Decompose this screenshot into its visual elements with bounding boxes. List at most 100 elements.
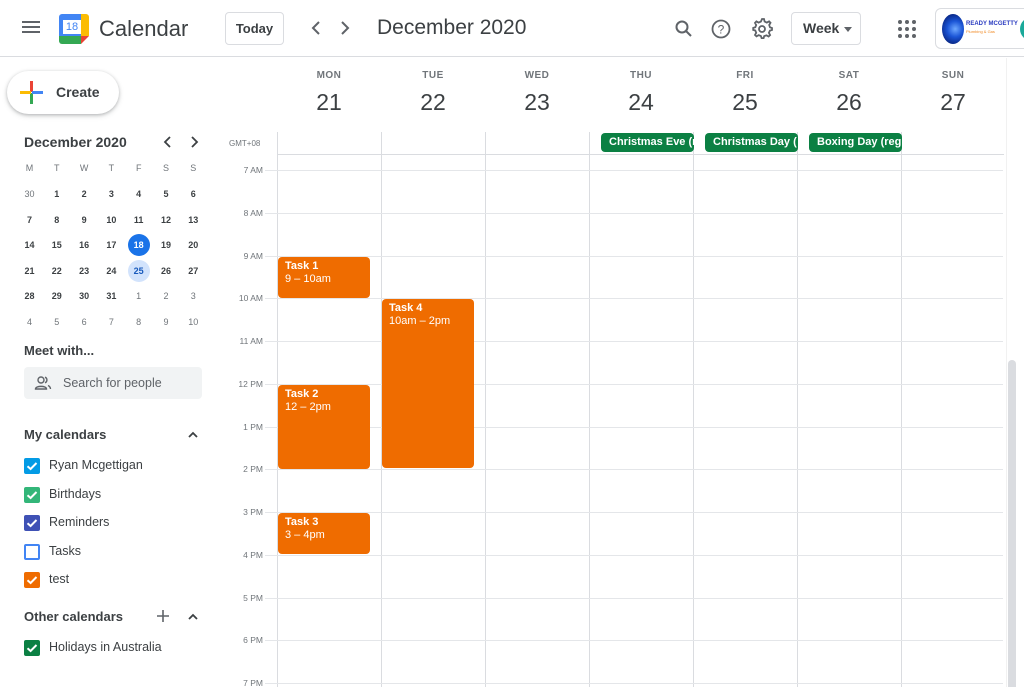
- mini-calendar-next-button[interactable]: [185, 133, 203, 151]
- mini-calendar-day[interactable]: 18: [127, 234, 150, 256]
- mini-calendar-day[interactable]: 28: [19, 285, 41, 307]
- mini-calendar-day[interactable]: 29: [46, 285, 68, 307]
- mini-calendar-day[interactable]: 5: [155, 183, 177, 205]
- chevron-right-icon: [341, 21, 350, 35]
- mini-calendar-day[interactable]: 20: [182, 234, 204, 256]
- mini-calendar-day[interactable]: 2: [155, 285, 177, 307]
- search-people-input[interactable]: Search for people: [24, 367, 202, 399]
- mini-calendar-day[interactable]: 10: [100, 209, 122, 231]
- mini-calendar-prev-button[interactable]: [159, 133, 177, 151]
- logo-part: [81, 14, 89, 36]
- checkmark-icon: [26, 462, 38, 471]
- next-week-button[interactable]: [333, 16, 357, 40]
- mini-calendar-day[interactable]: 22: [46, 260, 68, 282]
- mini-calendar-day[interactable]: 3: [182, 285, 204, 307]
- add-other-calendar-button[interactable]: [155, 608, 171, 624]
- checkbox-checked-icon[interactable]: [24, 640, 40, 656]
- checkbox-checked-icon[interactable]: [24, 515, 40, 532]
- create-button[interactable]: Create: [7, 71, 119, 114]
- other-calendars-title: Other calendars: [24, 609, 123, 624]
- mini-calendar-day[interactable]: 23: [73, 260, 95, 282]
- mini-calendar-day[interactable]: 11: [128, 209, 150, 231]
- checkmark-icon: [26, 644, 38, 653]
- day-number[interactable]: 26: [797, 89, 901, 116]
- mini-calendar-day[interactable]: 30: [19, 183, 41, 205]
- calendar-event[interactable]: Task 2 12 – 2pm: [278, 385, 370, 469]
- today-button[interactable]: Today: [225, 12, 284, 45]
- day-number[interactable]: 22: [381, 89, 485, 116]
- hour-label: 5 PM: [243, 593, 263, 603]
- calendar-event[interactable]: Task 19 – 10am: [278, 257, 370, 298]
- mini-calendar-day[interactable]: 16: [73, 234, 95, 256]
- checkbox-unchecked-icon[interactable]: [24, 543, 40, 560]
- collapse-my-calendars-button[interactable]: [185, 427, 201, 443]
- mini-calendar-day[interactable]: 27: [182, 260, 204, 282]
- mini-calendar-day[interactable]: 17: [100, 234, 122, 256]
- mini-calendar-day[interactable]: 26: [155, 260, 177, 282]
- mini-calendar-day[interactable]: 31: [100, 285, 122, 307]
- all-day-event[interactable]: Christmas Eve (r: [601, 133, 694, 152]
- calendar-event[interactable]: Task 4 10am – 2pm: [382, 299, 474, 468]
- main-menu-button[interactable]: [20, 18, 42, 40]
- day-number[interactable]: 21: [277, 89, 381, 116]
- logo-part: [81, 36, 89, 44]
- search-button[interactable]: [669, 14, 699, 44]
- day-number[interactable]: 24: [589, 89, 693, 116]
- day-number[interactable]: 25: [693, 89, 797, 116]
- previous-week-button[interactable]: [304, 16, 328, 40]
- day-column-divider: [589, 132, 590, 687]
- all-day-event[interactable]: Christmas Day (: [705, 133, 798, 152]
- mini-calendar-day[interactable]: 13: [182, 209, 204, 231]
- mini-calendar-day[interactable]: 24: [100, 260, 122, 282]
- day-header: MON 21: [277, 70, 381, 116]
- hour-label: 2 PM: [243, 464, 263, 474]
- mini-calendar-day[interactable]: 9: [73, 209, 95, 231]
- day-number[interactable]: 27: [901, 89, 1005, 116]
- mini-calendar-day[interactable]: 21: [19, 260, 41, 282]
- calendar-item-label: Tasks: [49, 543, 81, 558]
- org-subtitle: Plumbing & Gas: [966, 29, 995, 34]
- mini-calendar-day[interactable]: 3: [100, 183, 122, 205]
- view-selector[interactable]: Week: [791, 12, 861, 45]
- calendar-item-label: Ryan Mcgettigan: [49, 458, 143, 472]
- checkbox-checked-icon[interactable]: [24, 486, 40, 503]
- mini-calendar-day[interactable]: 7: [19, 209, 41, 231]
- mini-calendar-day[interactable]: 8: [46, 209, 68, 231]
- google-apps-button[interactable]: [898, 20, 916, 38]
- hour-label: 3 PM: [243, 507, 263, 517]
- mini-calendar-day[interactable]: 12: [155, 209, 177, 231]
- calendar-event[interactable]: Task 33 – 4pm: [278, 513, 370, 554]
- plus-part: [32, 91, 43, 94]
- checkbox-checked-icon[interactable]: [24, 572, 40, 589]
- mini-calendar-day[interactable]: 30: [73, 285, 95, 307]
- checkbox-checked-icon[interactable]: [24, 458, 40, 474]
- mini-calendar-day[interactable]: 1: [46, 183, 68, 205]
- mini-calendar-day[interactable]: 7: [100, 311, 122, 333]
- mini-calendar-day[interactable]: 10: [182, 311, 204, 333]
- hour-gridline: [265, 683, 1003, 684]
- mini-calendar-weekday: M: [25, 163, 34, 173]
- mini-calendar-day[interactable]: 8: [128, 311, 150, 333]
- day-number[interactable]: 23: [485, 89, 589, 116]
- mini-calendar-day[interactable]: 1: [128, 285, 150, 307]
- mini-calendar-day[interactable]: 4: [128, 183, 150, 205]
- mini-calendar-day[interactable]: 15: [46, 234, 68, 256]
- hour-gridline: [265, 384, 1003, 385]
- mini-calendar-day[interactable]: 25: [127, 259, 150, 282]
- mini-calendar-day[interactable]: 19: [155, 234, 177, 256]
- help-button[interactable]: ?: [706, 14, 736, 44]
- mini-calendar-day[interactable]: 5: [46, 311, 68, 333]
- grid-scrollbar[interactable]: [1008, 360, 1016, 687]
- mini-calendar-day[interactable]: 6: [182, 183, 204, 205]
- mini-calendar-day[interactable]: 14: [19, 234, 41, 256]
- mini-calendar-day[interactable]: 4: [19, 311, 41, 333]
- mini-calendar-day[interactable]: 6: [73, 311, 95, 333]
- all-day-event[interactable]: Boxing Day (regi: [809, 133, 902, 152]
- settings-button[interactable]: [747, 14, 777, 44]
- collapse-other-calendars-button[interactable]: [185, 609, 201, 625]
- my-calendars-title: My calendars: [24, 427, 107, 442]
- calendar-item-label: test: [49, 572, 70, 587]
- mini-calendar-day[interactable]: 9: [155, 311, 177, 333]
- mini-calendar-day[interactable]: 2: [73, 183, 95, 205]
- account-switcher[interactable]: READY MCGETTY Plumbing & Gas: [935, 8, 1024, 49]
